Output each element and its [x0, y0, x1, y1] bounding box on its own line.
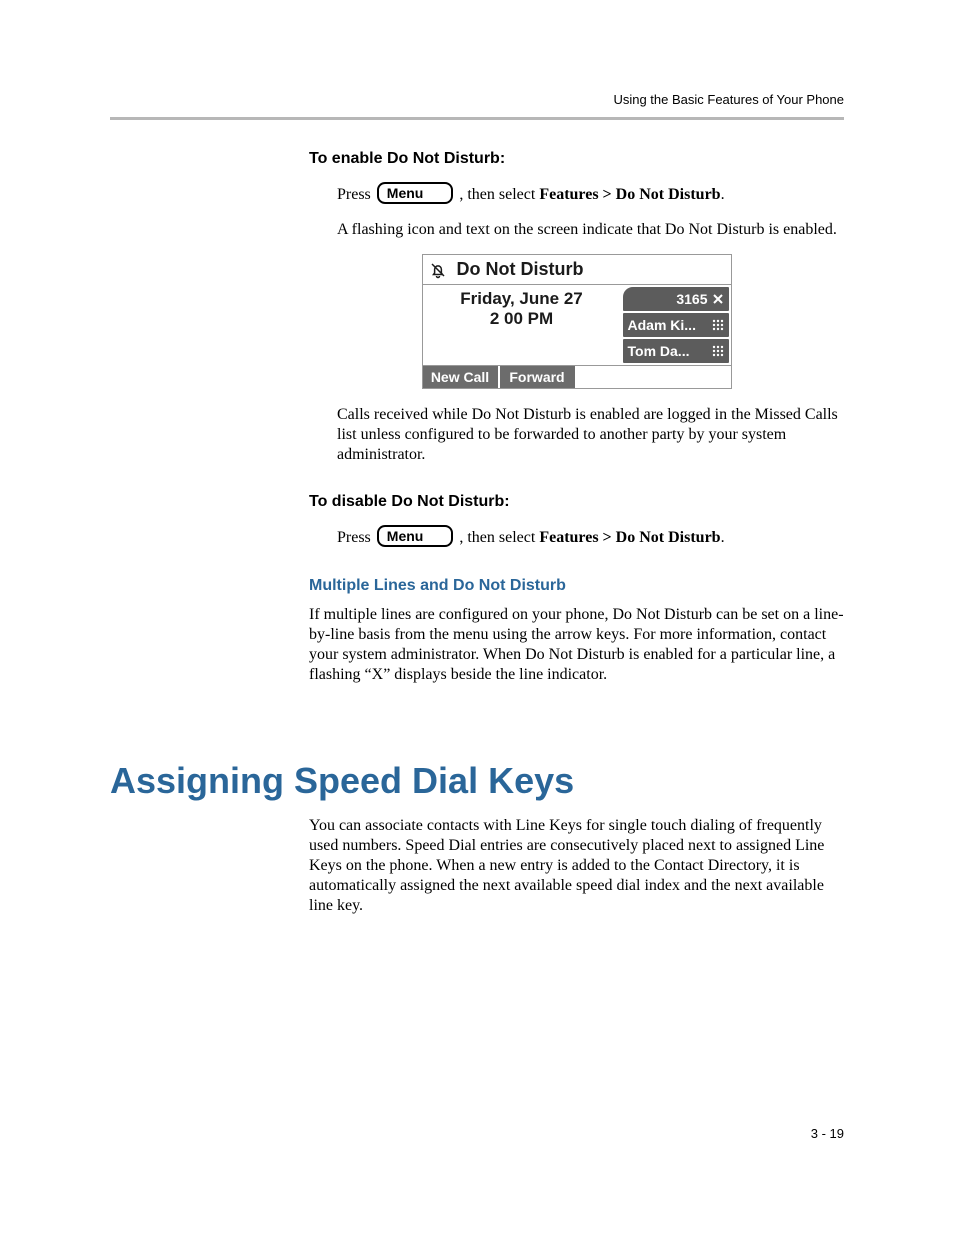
- softkey-forward: Forward: [500, 366, 577, 388]
- softkey-blank-1: [577, 366, 654, 388]
- header-rule: [110, 117, 844, 120]
- menu-key-icon: Menu: [377, 182, 454, 204]
- main-content: To enable Do Not Disturb: Press Menu , t…: [309, 150, 844, 699]
- dnd-bell-icon: [429, 261, 447, 279]
- line-key-1-label: 3165: [676, 291, 707, 307]
- line-key-1: 3165: [623, 287, 729, 311]
- nav-path: Features > Do Not Disturb: [539, 185, 720, 205]
- keypad-icon: [712, 345, 724, 357]
- running-header: Using the Basic Features of Your Phone: [613, 92, 844, 107]
- softkey-row: New Call Forward: [422, 366, 732, 389]
- disable-step: Press Menu , then select Features > Do N…: [337, 527, 844, 549]
- then-select-label: , then select: [459, 528, 535, 548]
- phone-date-time: Friday, June 27 2 00 PM: [423, 285, 621, 365]
- enable-step: Press Menu , then select Features > Do N…: [337, 184, 844, 206]
- line-key-3: Tom Da...: [623, 339, 729, 363]
- keypad-icon: [712, 319, 724, 331]
- line-key-2-label: Adam Ki...: [628, 317, 696, 333]
- phone-screenshot: Do Not Disturb Friday, June 27 2 00 PM 3…: [422, 254, 732, 389]
- phone-body: Friday, June 27 2 00 PM 3165 Adam Ki...: [422, 285, 732, 366]
- secondary-content: You can associate contacts with Line Key…: [309, 816, 844, 930]
- multi-lines-body: If multiple lines are configured on your…: [309, 605, 844, 685]
- then-select-label: , then select: [459, 185, 535, 205]
- line-key-3-label: Tom Da...: [628, 343, 690, 359]
- x-icon: [712, 293, 724, 305]
- speed-dial-body: You can associate contacts with Line Key…: [309, 816, 844, 916]
- line-keys-column: 3165 Adam Ki... Tom Da...: [621, 285, 731, 365]
- page-number: 3 - 19: [811, 1126, 844, 1141]
- page-root: Using the Basic Features of Your Phone T…: [0, 0, 954, 1235]
- enable-note: A flashing icon and text on the screen i…: [337, 220, 844, 240]
- missed-calls-note: Calls received while Do Not Disturb is e…: [337, 405, 844, 465]
- phone-title: Do Not Disturb: [457, 259, 725, 280]
- softkey-blank-2: [654, 366, 731, 388]
- menu-key-icon: Menu: [377, 525, 454, 547]
- section-heading-speed-dial: Assigning Speed Dial Keys: [110, 760, 574, 802]
- multi-lines-heading: Multiple Lines and Do Not Disturb: [309, 577, 844, 595]
- line-key-2: Adam Ki...: [623, 313, 729, 337]
- phone-time: 2 00 PM: [423, 309, 621, 329]
- phone-titlebar: Do Not Disturb: [422, 254, 732, 285]
- disable-dnd-heading: To disable Do Not Disturb:: [309, 493, 844, 511]
- softkey-new-call: New Call: [423, 366, 500, 388]
- enable-dnd-heading: To enable Do Not Disturb:: [309, 150, 844, 168]
- press-label: Press: [337, 185, 371, 205]
- phone-date: Friday, June 27: [423, 289, 621, 309]
- press-label: Press: [337, 528, 371, 548]
- nav-path: Features > Do Not Disturb: [539, 528, 720, 548]
